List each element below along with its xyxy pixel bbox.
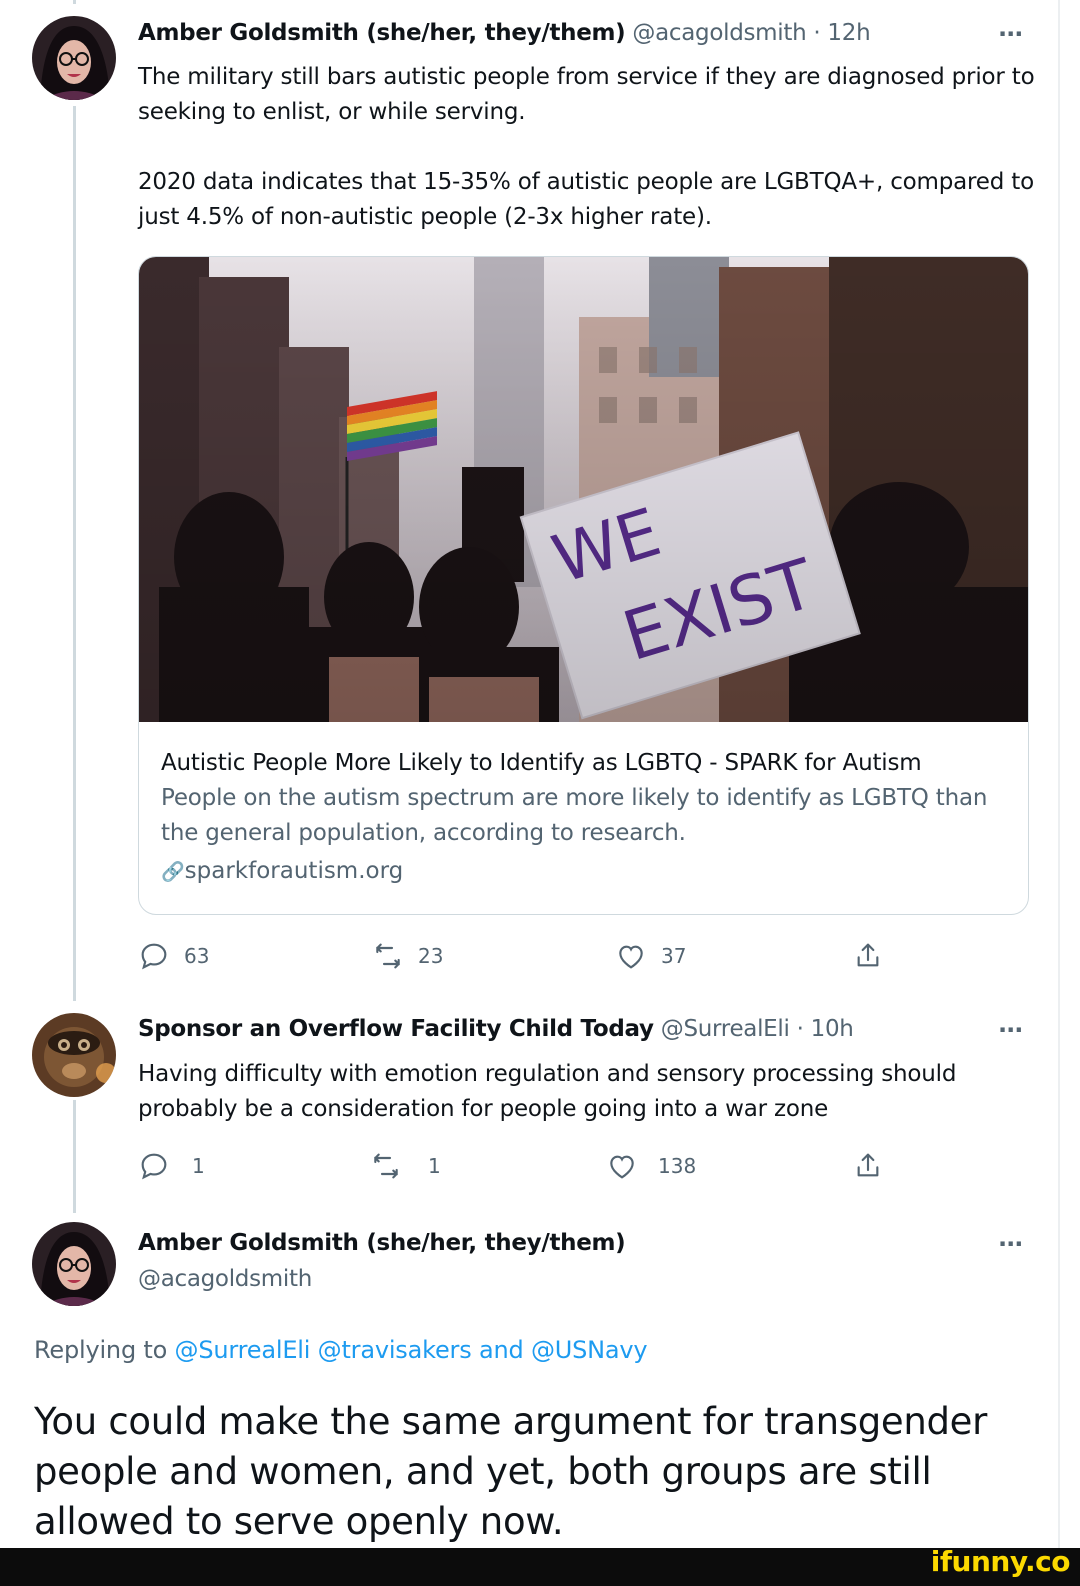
tweet-paragraph: 2020 data indicates that 15-35% of autis… (138, 169, 1034, 230)
tweet-text: Having difficulty with emotion regulatio… (138, 1057, 1038, 1127)
reply-icon (141, 1153, 167, 1180)
retweet-count: 23 (418, 944, 444, 968)
card-image: WE EXIST (139, 257, 1028, 722)
timeline-border (1058, 0, 1060, 1560)
tweet-text: The military still bars autistic people … (138, 60, 1038, 235)
replying-and-label: and (478, 1336, 524, 1364)
replying-to-label: Replying to (34, 1336, 168, 1364)
like-button[interactable]: 138 (606, 1150, 696, 1182)
share-icon (857, 1153, 879, 1177)
tweet-text: You could make the same argument for tra… (34, 1400, 988, 1543)
link-card[interactable]: WE EXIST Autistic People More Likely to … (138, 256, 1029, 915)
thread-line (73, 0, 76, 4)
like-count: 138 (658, 1154, 697, 1178)
like-count: 37 (661, 944, 687, 968)
timestamp[interactable]: 12h (827, 20, 870, 46)
display-name[interactable]: Amber Goldsmith (she/her, they/them) (138, 1230, 626, 1256)
share-icon (857, 943, 879, 967)
retweet-count: 1 (428, 1154, 441, 1178)
avatar-image-icon (32, 1222, 116, 1306)
card-description: People on the autism spectrum are more l… (161, 785, 988, 846)
reply-icon (141, 943, 167, 970)
reply-count: 1 (192, 1154, 205, 1178)
tweet-paragraph: Having difficulty with emotion regulatio… (138, 1061, 957, 1122)
more-options-icon[interactable]: ··· (998, 1016, 1023, 1044)
separator-dot: · (813, 20, 821, 46)
retweet-button[interactable]: 1 (370, 1150, 441, 1182)
mention-link[interactable]: @SurrealEli (175, 1336, 311, 1364)
avatar[interactable] (32, 16, 116, 100)
user-handle[interactable]: @SurrealEli (661, 1016, 790, 1042)
more-options-icon[interactable]: ··· (998, 20, 1023, 48)
avatar[interactable] (32, 1013, 116, 1097)
display-name[interactable]: Sponsor an Overflow Facility Child Today (138, 1016, 654, 1042)
more-options-icon[interactable]: ··· (998, 1230, 1023, 1258)
tweet-handle-line: @acagoldsmith (138, 1266, 312, 1292)
card-body: Autistic People More Likely to Identify … (161, 745, 1011, 892)
display-name[interactable]: Amber Goldsmith (she/her, they/them) (138, 20, 626, 46)
separator-dot: · (796, 1016, 804, 1042)
reply-button[interactable]: 1 (138, 1150, 205, 1182)
user-handle[interactable]: @acagoldsmith (138, 1266, 312, 1292)
like-button[interactable]: 37 (615, 940, 686, 972)
replying-to: Replying to @SurrealEli @travisakers and… (34, 1336, 648, 1364)
heart-icon (619, 945, 643, 969)
avatar[interactable] (32, 1222, 116, 1306)
retweet-icon (376, 943, 400, 969)
retweet-button[interactable]: 23 (372, 940, 443, 972)
watermark-logo: ifunny.co (930, 1545, 1071, 1578)
thread-line (73, 1100, 76, 1213)
reply-count: 63 (184, 944, 210, 968)
thread-line (73, 106, 76, 1001)
card-title: Autistic People More Likely to Identify … (161, 750, 922, 776)
heart-icon (610, 1155, 634, 1179)
user-handle[interactable]: @acagoldsmith (632, 20, 806, 46)
mention-link[interactable]: @travisakers (318, 1336, 472, 1364)
watermark-bar (0, 1548, 1080, 1586)
avatar-image-icon (32, 16, 116, 100)
tweet-header: Amber Goldsmith (she/her, they/them) @ac… (138, 20, 871, 46)
share-button[interactable] (852, 940, 898, 972)
card-domain-text: sparkforautism.org (184, 858, 404, 884)
card-domain: 🔗sparkforautism.org (161, 851, 1011, 892)
reply-button[interactable]: 63 (138, 940, 209, 972)
link-icon: 🔗 (161, 861, 185, 883)
mention-link[interactable]: @USNavy (531, 1336, 648, 1364)
tweet-paragraph: The military still bars autistic people … (138, 64, 1035, 125)
tweet-header: Amber Goldsmith (she/her, they/them) (138, 1230, 626, 1256)
share-button[interactable] (852, 1150, 898, 1182)
retweet-icon (374, 1153, 398, 1179)
timestamp[interactable]: 10h (811, 1016, 854, 1042)
tweet-header: Sponsor an Overflow Facility Child Today… (138, 1016, 854, 1042)
avatar-image-icon (32, 1013, 116, 1097)
